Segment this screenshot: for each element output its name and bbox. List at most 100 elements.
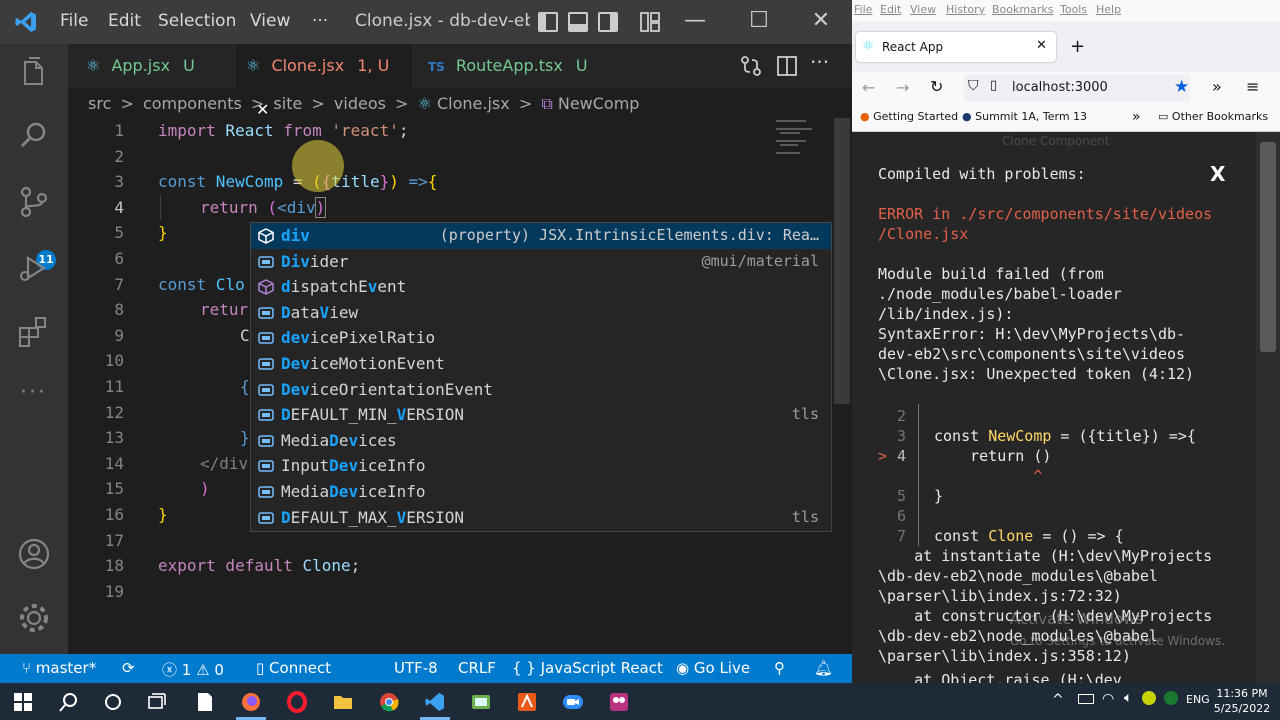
connect-status[interactable]: ▯ Connect bbox=[256, 659, 331, 677]
ff-menu-edit[interactable]: Edit bbox=[880, 3, 901, 16]
cortana-icon[interactable] bbox=[102, 691, 124, 713]
tray-app-icon[interactable] bbox=[1164, 691, 1178, 705]
forward-arrow-icon[interactable]: → bbox=[896, 78, 909, 97]
opera-icon[interactable] bbox=[286, 691, 308, 713]
search-icon[interactable] bbox=[58, 691, 80, 713]
task-view-icon[interactable] bbox=[146, 691, 168, 713]
source-control-icon[interactable] bbox=[16, 184, 52, 220]
bookmark-summit[interactable]: ● Summit 1A, Term 13 bbox=[962, 110, 1087, 123]
chrome-icon[interactable] bbox=[378, 691, 400, 713]
breadcrumb-src[interactable]: src bbox=[88, 94, 111, 113]
hamburger-menu-icon[interactable]: ≡ bbox=[1246, 77, 1259, 96]
maximize-button[interactable]: ☐ bbox=[744, 8, 774, 33]
minimap[interactable] bbox=[772, 118, 832, 158]
breadcrumb-site[interactable]: site bbox=[273, 94, 302, 113]
back-arrow-icon[interactable]: ← bbox=[862, 78, 875, 97]
language-mode-status[interactable]: { } JavaScript React bbox=[512, 659, 663, 677]
bookmark-star-icon[interactable]: ★ bbox=[1174, 77, 1189, 97]
vscode-taskbar-icon[interactable] bbox=[424, 691, 446, 713]
overflow-chevron-icon[interactable]: » bbox=[1212, 77, 1222, 96]
reload-icon[interactable]: ↻ bbox=[930, 77, 943, 96]
toggle-sidebar-icon[interactable] bbox=[538, 12, 558, 32]
encoding-status[interactable]: UTF-8 bbox=[394, 659, 438, 677]
menu-selection[interactable]: Selection bbox=[158, 11, 236, 31]
notifications-bell-icon[interactable]: 🔔︎ bbox=[814, 659, 833, 677]
menu-view[interactable]: View bbox=[250, 11, 290, 31]
office-app-icon[interactable] bbox=[516, 691, 538, 713]
overlay-scrollbar-thumb[interactable] bbox=[1260, 142, 1276, 352]
ff-menu-file[interactable]: File bbox=[854, 3, 872, 16]
problems-status[interactable]: ⓧ 1 ⚠ 0 bbox=[162, 659, 224, 680]
minimize-button[interactable]: — bbox=[680, 8, 710, 33]
eol-status[interactable]: CRLF bbox=[458, 659, 496, 677]
toggle-secondary-sidebar-icon[interactable] bbox=[598, 12, 618, 32]
split-editor-icon[interactable] bbox=[776, 55, 798, 77]
tab-routeapp-tsx[interactable]: TS RouteApp.tsx U bbox=[428, 44, 588, 88]
settings-gear-icon[interactable] bbox=[16, 600, 52, 636]
system-clock[interactable]: 11:36 PM 5/25/2022 bbox=[1212, 686, 1272, 716]
editor-scrollbar[interactable] bbox=[834, 118, 850, 404]
ff-menu-history[interactable]: History bbox=[946, 3, 985, 16]
suggestion-item[interactable]: DataView bbox=[251, 300, 831, 326]
explorer-icon[interactable] bbox=[16, 56, 52, 92]
tray-overflow-icon[interactable]: ^ bbox=[1052, 692, 1064, 708]
compare-changes-icon[interactable] bbox=[740, 55, 762, 77]
new-tab-plus-icon[interactable]: + bbox=[1070, 36, 1085, 57]
tab-clone-jsx[interactable]: ⚛ Clone.jsx 1, U ✕ bbox=[236, 44, 412, 119]
volume-icon[interactable]: 🔈︎ bbox=[1124, 690, 1132, 706]
suggestion-item[interactable]: DeviceOrientationEvent bbox=[251, 377, 831, 403]
other-bookmarks[interactable]: ▭ Other Bookmarks bbox=[1158, 110, 1268, 123]
firefox-taskbar-icon[interactable] bbox=[240, 691, 262, 713]
zoom-icon[interactable] bbox=[562, 691, 584, 713]
sync-icon[interactable]: ⟳ bbox=[122, 659, 135, 677]
network-icon[interactable]: ◠ bbox=[1102, 691, 1114, 707]
search-icon[interactable] bbox=[16, 118, 52, 154]
more-views-icon[interactable]: ··· bbox=[20, 380, 47, 405]
app-green-icon[interactable] bbox=[470, 691, 492, 713]
ff-menu-bookmarks[interactable]: Bookmarks bbox=[992, 3, 1053, 16]
suggestion-item[interactable]: DEFAULT_MIN_VERSION tls bbox=[251, 402, 831, 428]
url-bar[interactable]: ⛉ ▯ localhost:3000 bbox=[964, 74, 1190, 102]
ff-tab-react-app[interactable]: ⚛ React App ✕ bbox=[856, 32, 1056, 62]
git-branch-status[interactable]: ⑂ master* bbox=[22, 659, 96, 677]
menu-file[interactable]: File bbox=[60, 11, 88, 31]
feedback-icon[interactable]: ⚲ bbox=[774, 659, 785, 677]
more-actions-icon[interactable]: ··· bbox=[810, 50, 829, 74]
menu-edit[interactable]: Edit bbox=[108, 11, 141, 31]
ff-menu-view[interactable]: View bbox=[910, 3, 936, 16]
ff-menu-tools[interactable]: Tools bbox=[1060, 3, 1087, 16]
accounts-icon[interactable] bbox=[16, 536, 52, 572]
suggestion-item[interactable]: MediaDeviceInfo bbox=[251, 479, 831, 505]
ff-tab-close-icon[interactable]: ✕ bbox=[1036, 38, 1047, 53]
breadcrumb-videos[interactable]: videos bbox=[334, 94, 386, 113]
windows-start-icon[interactable] bbox=[12, 691, 34, 713]
ff-menu-help[interactable]: Help bbox=[1096, 3, 1121, 16]
extensions-icon[interactable] bbox=[16, 314, 52, 350]
bookmark-getting-started[interactable]: ● Getting Started bbox=[860, 110, 958, 123]
suggestion-item[interactable]: div (property) JSX.IntrinsicElements.div… bbox=[251, 223, 831, 249]
tab-app-jsx[interactable]: ⚛ App.jsx U bbox=[86, 44, 236, 88]
suggestion-item[interactable]: MediaDevices bbox=[251, 428, 831, 454]
customize-layout-icon[interactable] bbox=[640, 12, 660, 32]
battery-icon[interactable] bbox=[1078, 694, 1094, 704]
breadcrumb-newcomp[interactable]: NewComp bbox=[558, 94, 640, 113]
suggestion-item[interactable]: InputDeviceInfo bbox=[251, 453, 831, 479]
toggle-panel-icon[interactable] bbox=[568, 12, 588, 32]
file-icon[interactable] bbox=[194, 691, 216, 713]
suggestion-item[interactable]: DeviceMotionEvent bbox=[251, 351, 831, 377]
run-debug-icon[interactable] bbox=[16, 250, 52, 286]
teams-icon[interactable] bbox=[608, 691, 630, 713]
file-explorer-icon[interactable] bbox=[332, 691, 354, 713]
suggestion-item[interactable]: Divider @mui/material bbox=[251, 249, 831, 275]
suggestion-item[interactable]: DEFAULT_MAX_VERSION tls bbox=[251, 505, 831, 531]
close-window-button[interactable]: ✕ bbox=[806, 8, 836, 33]
go-live-button[interactable]: ◉ Go Live bbox=[676, 659, 750, 677]
breadcrumb-components[interactable]: components bbox=[143, 94, 242, 113]
suggestion-item[interactable]: devicePixelRatio bbox=[251, 325, 831, 351]
suggestion-item[interactable]: dispatchEvent bbox=[251, 274, 831, 300]
menu-more[interactable]: ··· bbox=[312, 11, 328, 31]
bookmarks-overflow-icon[interactable]: » bbox=[1132, 109, 1141, 125]
tray-app-icon[interactable] bbox=[1142, 691, 1156, 705]
overlay-close-button[interactable]: X bbox=[1210, 162, 1225, 186]
language-indicator[interactable]: ENG bbox=[1186, 693, 1210, 706]
